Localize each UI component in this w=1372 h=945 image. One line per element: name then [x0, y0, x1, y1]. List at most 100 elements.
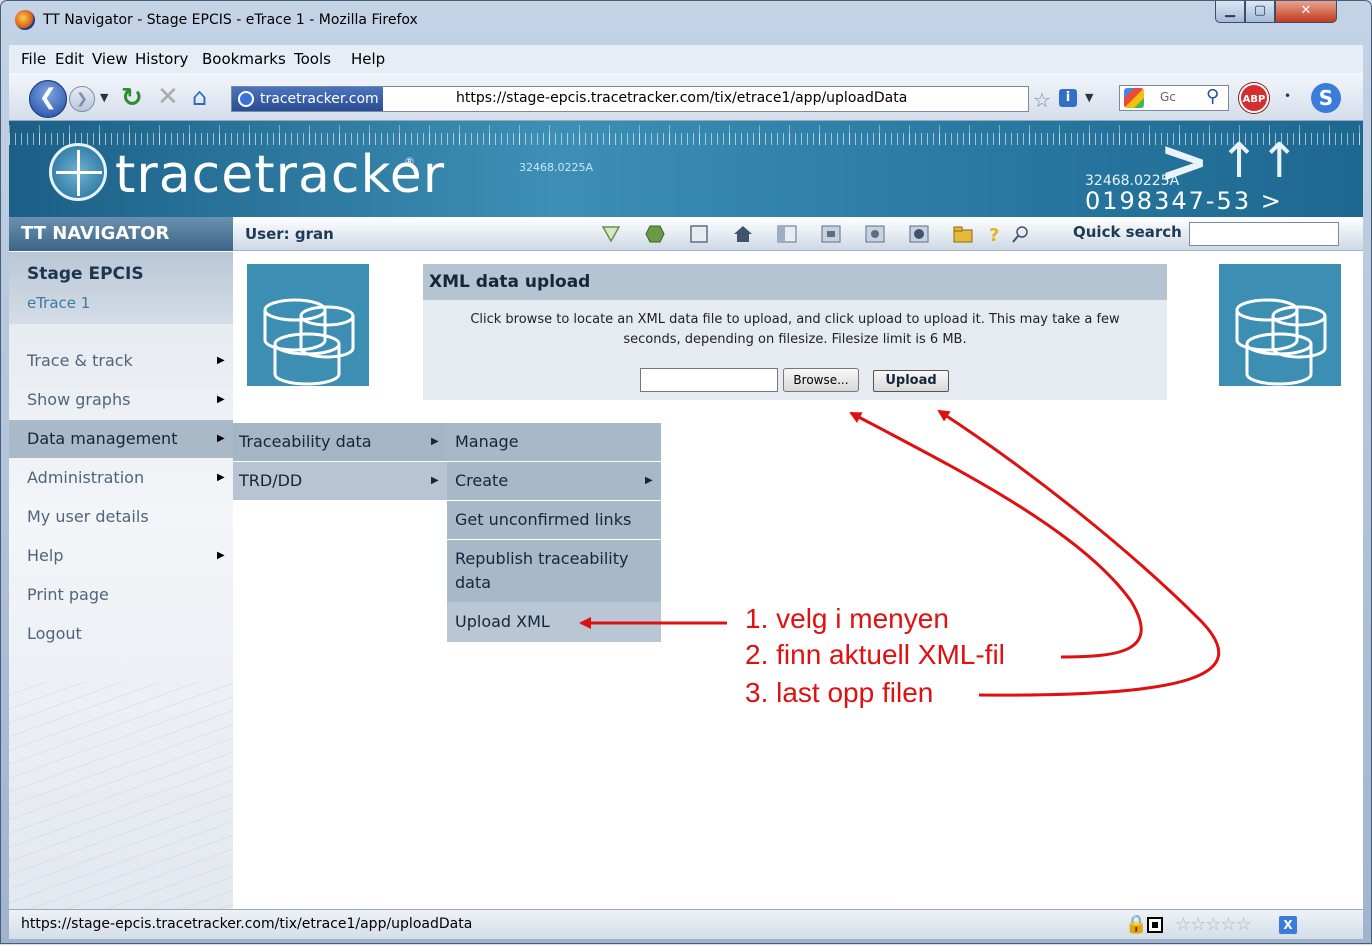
- triangle-icon[interactable]: [601, 225, 621, 243]
- site-identity-badge[interactable]: tracetracker.com: [232, 87, 383, 111]
- toolbar-dropdown-icon[interactable]: •: [1284, 89, 1291, 103]
- stop-icon[interactable]: ✕: [157, 82, 179, 112]
- skype-icon[interactable]: S: [1311, 83, 1341, 113]
- sidebar-item-label: Help: [27, 546, 64, 565]
- sidebar-item-label: My user details: [27, 507, 149, 526]
- quick-search-label: Quick search: [1073, 223, 1182, 241]
- forward-button[interactable]: ❯: [69, 86, 95, 112]
- google-logo-icon[interactable]: [1124, 88, 1144, 108]
- sidebar-title: Stage EPCIS: [27, 264, 144, 284]
- bookmark-star-icon[interactable]: ☆: [1033, 88, 1051, 112]
- submenu-label: Get unconfirmed links: [455, 510, 632, 529]
- chevron-right-icon: ▶: [431, 436, 439, 447]
- home-icon[interactable]: [733, 225, 753, 243]
- upload-panel-header: XML data upload: [423, 264, 1167, 300]
- search-icon[interactable]: [1011, 225, 1031, 243]
- sidebar-subtitle[interactable]: eTrace 1: [27, 294, 90, 312]
- submenu-label: TRD/DD: [239, 471, 303, 490]
- image-icon[interactable]: [909, 225, 929, 243]
- lock-icon[interactable]: 🔒: [1125, 914, 1147, 935]
- camera-icon[interactable]: [865, 225, 885, 243]
- hexagon-icon[interactable]: [645, 225, 665, 243]
- maximize-button[interactable]: ▢: [1245, 1, 1275, 23]
- menu-edit[interactable]: Edit: [55, 50, 84, 68]
- menu-help[interactable]: Help: [351, 50, 385, 68]
- submenu-get-unconfirmed-links[interactable]: Get unconfirmed links: [447, 501, 661, 539]
- back-button[interactable]: ❮: [29, 80, 67, 118]
- xml-upload-panel: XML data upload Click browse to locate a…: [423, 264, 1167, 400]
- minimize-button[interactable]: ▁: [1215, 1, 1245, 23]
- submenu-republish-traceability-data[interactable]: Republish traceability data: [447, 540, 661, 602]
- home-icon[interactable]: ⌂: [192, 83, 207, 111]
- submenu-upload-xml[interactable]: Upload XML: [447, 602, 661, 642]
- addon-box-icon[interactable]: [1147, 917, 1163, 933]
- upload-description: Click browse to locate an XML data file …: [470, 312, 1120, 347]
- adblock-icon[interactable]: ABP: [1239, 83, 1269, 113]
- sidebar-item-logout[interactable]: Logout: [9, 615, 233, 653]
- annotation-step-1: 1. velg i menyen: [745, 603, 949, 634]
- banner-code-small: 32468.0225A: [519, 161, 594, 174]
- site-identity-label: tracetracker.com: [260, 91, 379, 107]
- chevron-right-icon: ▶: [217, 355, 225, 366]
- sidebar-item-show-graphs[interactable]: Show graphs ▶: [9, 381, 233, 419]
- address-bar[interactable]: tracetracker.com https://stage-epcis.tra…: [231, 86, 1029, 112]
- chevron-right-icon: ▶: [431, 475, 439, 486]
- logo-globe-icon: [49, 143, 107, 201]
- sidebar-item-data-management[interactable]: Data management ▶: [9, 420, 233, 458]
- submenu-manage[interactable]: Manage: [447, 423, 661, 461]
- chevron-right-icon: ▶: [645, 475, 653, 486]
- addon-x-icon[interactable]: X: [1279, 916, 1297, 934]
- folder-icon[interactable]: [953, 225, 973, 243]
- submenu-trd-dd[interactable]: TRD/DD ▶: [233, 462, 447, 500]
- window-title: TT Navigator - Stage EPCIS - eTrace 1 - …: [43, 12, 418, 28]
- app-title: TT NAVIGATOR: [9, 217, 233, 251]
- menu-history[interactable]: History: [135, 50, 188, 68]
- url-text[interactable]: https://stage-epcis.tracetracker.com/tix…: [456, 90, 907, 106]
- columns-icon[interactable]: [777, 225, 797, 243]
- help-icon[interactable]: ?: [985, 225, 1005, 243]
- file-path-input[interactable]: [640, 368, 778, 392]
- sidebar-item-administration[interactable]: Administration ▶: [9, 459, 233, 497]
- status-bar: https://stage-epcis.tracetracker.com/tix…: [9, 909, 1363, 939]
- banner-chevron-icon: >: [1159, 127, 1210, 197]
- sidebar-item-help[interactable]: Help ▶: [9, 537, 233, 575]
- close-button[interactable]: ✕: [1275, 1, 1337, 23]
- annotation-step-3: 3. last opp filen: [745, 677, 934, 708]
- quick-search-input[interactable]: [1189, 222, 1339, 246]
- database-icon: [1219, 264, 1341, 386]
- submenu-create[interactable]: Create ▶: [447, 462, 661, 500]
- frame-icon[interactable]: [821, 225, 841, 243]
- registered-mark: ®: [404, 155, 415, 168]
- search-box[interactable]: Gc ⚲: [1119, 85, 1229, 111]
- svg-text:?: ?: [989, 225, 999, 243]
- menu-bar: File Edit View History Bookmarks Tools H…: [9, 45, 1363, 73]
- sidebar-item-trace-track[interactable]: Trace & track ▶: [9, 342, 233, 380]
- browse-button[interactable]: Browse...: [783, 368, 859, 392]
- square-icon[interactable]: [689, 225, 709, 243]
- sidebar: Stage EPCIS eTrace 1 Trace & track ▶ Show…: [9, 252, 233, 909]
- logo-text: tracetracker: [115, 145, 446, 205]
- reload-icon[interactable]: ↻: [121, 83, 143, 113]
- chevron-right-icon: ▶: [217, 472, 225, 483]
- info-icon[interactable]: i: [1059, 89, 1077, 107]
- menu-tools[interactable]: Tools: [294, 50, 331, 68]
- sidebar-decoration: [9, 682, 233, 909]
- firefox-icon: [15, 10, 35, 30]
- submenu-traceability-data[interactable]: Traceability data ▶: [233, 423, 447, 461]
- menu-view[interactable]: View: [92, 50, 128, 68]
- rating-stars-icon[interactable]: ☆☆☆☆☆: [1175, 914, 1252, 935]
- database-icon: [247, 264, 369, 386]
- sidebar-item-print-page[interactable]: Print page: [9, 576, 233, 614]
- sidebar-item-label: Show graphs: [27, 390, 131, 409]
- upload-title: XML data upload: [429, 272, 591, 292]
- magnifier-icon[interactable]: ⚲: [1206, 86, 1219, 107]
- search-placeholder: Gc: [1160, 90, 1176, 104]
- menu-bookmarks[interactable]: Bookmarks: [202, 50, 286, 68]
- history-dropdown-icon[interactable]: ▼: [100, 91, 108, 104]
- menu-file[interactable]: File: [21, 50, 46, 68]
- url-dropdown-icon[interactable]: ▼: [1085, 91, 1093, 104]
- banner-arrows-icon: ↑↑: [1219, 133, 1300, 189]
- sidebar-item-my-user-details[interactable]: My user details: [9, 498, 233, 536]
- chevron-right-icon: ▶: [217, 433, 225, 444]
- upload-button[interactable]: Upload: [873, 370, 949, 392]
